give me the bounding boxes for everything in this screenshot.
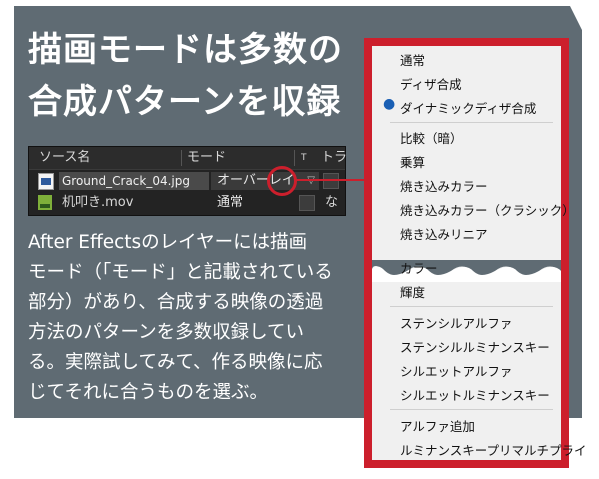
menu-separator (390, 409, 553, 410)
menu-item-luminescent-premul[interactable]: ルミナンスキープリマルチプライ (400, 440, 587, 459)
menu-item-normal[interactable]: 通常 (400, 50, 425, 69)
menu-item-color[interactable]: カラー (400, 258, 438, 277)
layer-name[interactable]: Ground_Crack_04.jpg (59, 172, 209, 190)
column-divider (181, 150, 182, 166)
chevron-down-icon: ▽ (307, 172, 315, 190)
column-mode[interactable]: モード (187, 149, 226, 167)
menu-separator (390, 122, 553, 123)
menu-separator (390, 306, 553, 307)
headline-line: 合成パターンを収録 (28, 82, 342, 122)
blend-mode-menu: ● 通常 ディザ合成 ダイナミックディザ合成 比較（暗） 乗算 焼き込みカラー … (372, 46, 587, 460)
layer-row[interactable]: 机叩き.mov 通常 ▽ な (29, 192, 345, 214)
menu-item-alpha-add[interactable]: アルファ追加 (400, 416, 475, 435)
menu-item-color-burn[interactable]: 焼き込みカラー (400, 176, 488, 195)
menu-item-dissolve[interactable]: ディザ合成 (400, 74, 462, 93)
menu-item-classic-color-burn[interactable]: 焼き込みカラー（クラシック） (400, 200, 575, 219)
menu-item-luminosity[interactable]: 輝度 (400, 282, 425, 301)
body-line: After Effectsのレイヤーには描画 (28, 232, 308, 253)
column-track-matte[interactable]: トラ (321, 149, 347, 167)
menu-item-darken[interactable]: 比較（暗） (400, 128, 463, 147)
body-line: モード（「モード」と記載されている (28, 262, 333, 283)
blend-mode-dropdown[interactable]: オーバーレイ ▽ (211, 172, 319, 190)
menu-item-silhouette-luma[interactable]: シルエットルミナンスキー (400, 385, 550, 404)
body-text: After Effectsのレイヤーには描画 モード（「モード」と記載されている… (28, 228, 346, 408)
menu-item-stencil-alpha[interactable]: ステンシルアルファ (400, 313, 512, 332)
body-line: る。実際試してみて、作る映像に応 (28, 352, 323, 373)
column-source-name[interactable]: ソース名 (39, 149, 90, 167)
column-divider (294, 150, 295, 166)
layer-panel-header: ソース名 モード T トラ (29, 147, 347, 170)
layer-row[interactable]: Ground_Crack_04.jpg オーバーレイ ▽ (29, 170, 345, 192)
layer-panel: ソース名 モード T トラ Ground_Crack_04.jpg オーバーレイ… (28, 146, 347, 216)
video-file-icon (38, 195, 52, 210)
t-checkbox[interactable] (323, 173, 339, 189)
layer-name[interactable]: 机叩き.mov (59, 194, 209, 212)
callout-connector-line (294, 179, 366, 181)
menu-item-multiply[interactable]: 乗算 (400, 152, 425, 171)
selected-bullet-icon: ● (383, 96, 396, 112)
track-matte-value[interactable]: な (325, 194, 338, 212)
headline-line: 描画モードは多数の (28, 30, 343, 70)
t-checkbox[interactable] (299, 195, 315, 211)
menu-item-stencil-luma[interactable]: ステンシルルミナンスキー (400, 337, 550, 356)
blend-mode-value: 通常 (217, 195, 244, 210)
body-line: 部分）があり、合成する映像の透過 (28, 292, 324, 313)
body-line: 方法のパターンを多数収録してい (28, 322, 305, 343)
dropdown-highlight-circle (267, 166, 297, 196)
headline: 描画モードは多数の 合成パターンを収録 (28, 24, 358, 128)
image-file-icon (38, 173, 54, 190)
menu-item-silhouette-alpha[interactable]: シルエットアルファ (400, 361, 512, 380)
menu-item-linear-burn[interactable]: 焼き込みリニア (400, 224, 488, 243)
menu-item-dancing-dissolve[interactable]: ダイナミックディザ合成 (400, 98, 536, 117)
body-line: じてそれに合うものを選ぶ。 (28, 382, 268, 403)
column-t[interactable]: T (301, 149, 307, 167)
